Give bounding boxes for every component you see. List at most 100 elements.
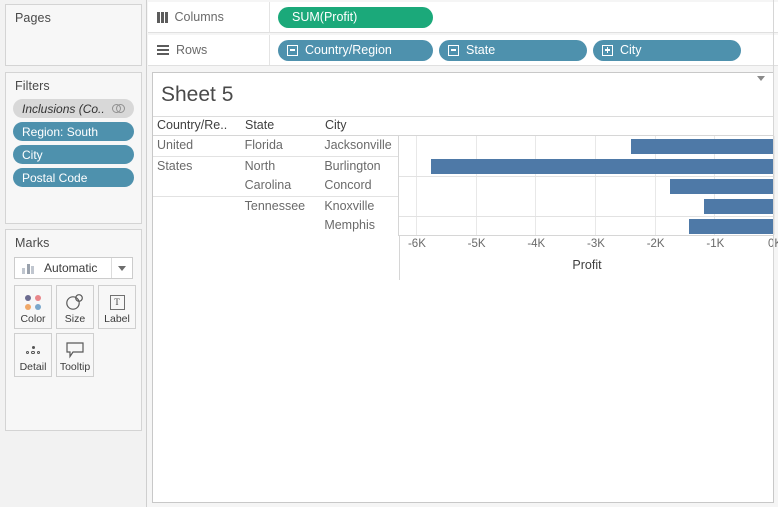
table-row[interactable]: States North Burlington [153,156,398,176]
band-separator [399,216,773,217]
column-headers: Country/Re.. State City [153,117,773,136]
x-axis-tick-label: -2K [647,238,665,250]
row-state: Carolina [241,176,321,194]
gridline [476,136,477,235]
columns-icon [157,12,168,23]
filter-pill-label: Postal Code [22,171,87,185]
filter-pill-label: Region: South [22,125,98,139]
marks-size-button[interactable]: Size [56,285,94,329]
pages-card: Pages [5,4,142,66]
filters-card: Filters Inclusions (Co.. Region: South C… [5,72,142,224]
x-axis[interactable]: Profit -6K-5K-4K-3K-2K-1K0K [399,236,774,280]
size-circles-icon [64,291,86,313]
bar-mark[interactable] [704,199,774,214]
pill-label: Country/Region [305,43,392,57]
tooltip-bubble-icon [65,339,85,361]
header-country-region[interactable]: Country/Re.. [153,117,241,135]
page-title: Sheet 5 [161,83,233,107]
filters-card-title: Filters [6,73,141,93]
gridline [416,136,417,235]
collapse-minus-icon[interactable] [287,45,298,56]
left-side-bar: Pages Filters Inclusions (Co.. Region: S… [0,0,147,507]
marks-size-label: Size [65,314,85,325]
pill-label: City [620,43,642,57]
x-axis-title: Profit [400,258,774,272]
sheet-title-bar[interactable]: Sheet 5 [153,73,773,117]
marks-buttons: Color Size T Label [14,285,136,377]
bar-chart-plot[interactable] [399,136,773,236]
marks-card-title: Marks [6,230,141,250]
viz-body: Country/Re.. State City United Florida J… [153,117,773,502]
row-city: Knoxville [320,197,398,215]
table-row[interactable]: Tennessee Knoxville [153,196,398,216]
gridline [774,136,775,235]
header-city[interactable]: City [321,117,399,135]
detail-dots-icon [26,339,41,361]
bar-mark[interactable] [431,159,774,174]
panes: United Florida Jacksonville States North… [153,136,773,236]
bar-mark[interactable] [689,219,774,234]
marks-tooltip-label: Tooltip [60,362,90,373]
marks-color-label: Color [20,314,45,325]
pill-label: SUM(Profit) [292,10,357,24]
row-country: United [153,136,241,154]
bar-mark[interactable] [631,139,774,154]
row-headers: United Florida Jacksonville States North… [153,136,399,236]
bar-mark[interactable] [670,179,774,194]
rows-pill-area: Country/Region State City [270,40,741,61]
filter-pill-postal-code[interactable]: Postal Code [13,168,134,187]
marks-color-button[interactable]: Color [14,285,52,329]
gridline [535,136,536,235]
pill-country-region[interactable]: Country/Region [278,40,433,61]
axis-edge [773,0,774,280]
row-state: North [241,157,321,175]
marks-detail-button[interactable]: Detail [14,333,52,377]
row-city: Concord [320,176,398,194]
color-dots-icon [25,291,42,313]
bar-chart-icon [22,263,38,274]
filter-pill-region[interactable]: Region: South [13,122,134,141]
columns-shelf[interactable]: Columns SUM(Profit) [148,2,778,33]
pill-city[interactable]: City [593,40,741,61]
expand-plus-icon[interactable] [602,45,613,56]
chevron-down-icon[interactable] [111,258,132,278]
x-axis-tick-label: -6K [408,238,426,250]
mark-type-value: Automatic [44,261,97,275]
x-axis-tick-label: -1K [706,238,724,250]
collapse-minus-icon[interactable] [448,45,459,56]
table-row[interactable]: United Florida Jacksonville [153,136,398,156]
gridline [595,136,596,235]
marks-tooltip-button[interactable]: Tooltip [56,333,94,377]
rows-shelf-label: Rows [148,35,270,65]
columns-shelf-label: Columns [148,2,270,32]
columns-label-text: Columns [175,10,224,24]
filters-list: Inclusions (Co.. Region: South City Post… [13,99,134,187]
filter-pill-label: Inclusions (Co.. [22,102,105,116]
filter-pill-city[interactable]: City [13,145,134,164]
filter-pill-inclusions[interactable]: Inclusions (Co.. [13,99,134,118]
row-state: Tennessee [241,197,321,215]
worksheet-view: Sheet 5 Country/Re.. State City United F… [152,72,774,503]
pill-sum-profit[interactable]: SUM(Profit) [278,7,433,28]
row-city: Jacksonville [320,136,398,154]
marks-label-label: Label [104,314,130,325]
header-state[interactable]: State [241,117,321,135]
rows-icon [157,45,169,55]
pill-state[interactable]: State [439,40,587,61]
table-row[interactable]: Memphis [153,216,398,236]
rows-label-text: Rows [176,43,207,57]
row-country: States [153,157,241,175]
row-state: Florida [241,136,321,154]
filter-pill-label: City [22,148,43,162]
columns-pill-area: SUM(Profit) [270,7,433,28]
marks-label-button[interactable]: T Label [98,285,136,329]
marks-card: Marks Automatic Color [5,229,142,431]
row-city: Burlington [320,157,398,175]
rows-shelf[interactable]: Rows Country/Region State City [148,35,778,66]
chevron-down-icon[interactable] [757,81,765,99]
tableau-worksheet-window: Pages Filters Inclusions (Co.. Region: S… [0,0,778,507]
x-axis-tick-label: -4K [527,238,545,250]
table-row[interactable]: Carolina Concord [153,176,398,196]
pages-card-title: Pages [6,5,141,25]
mark-type-dropdown[interactable]: Automatic [14,257,133,279]
